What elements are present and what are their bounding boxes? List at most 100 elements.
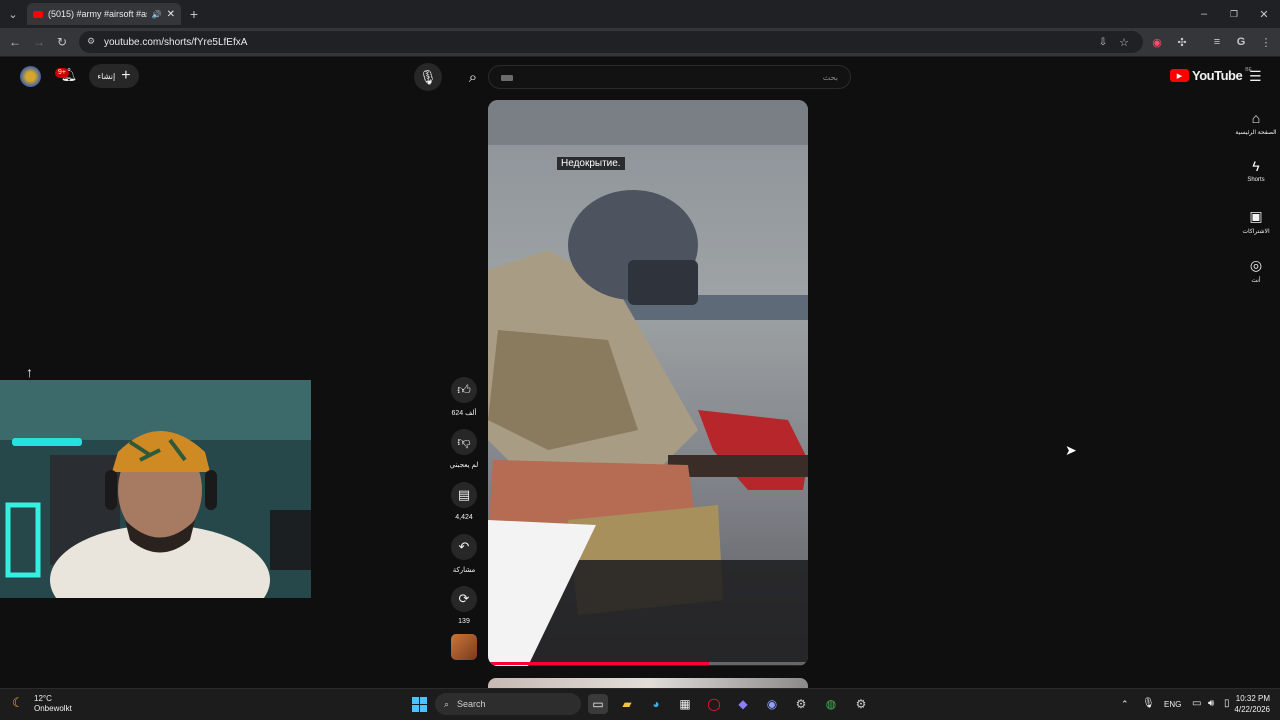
home-icon: ⌂ xyxy=(1251,110,1261,126)
nav-item-home[interactable]: ⌂ الصفحة الرئيسية xyxy=(1231,110,1280,136)
nav-item-label: Shorts xyxy=(1247,177,1265,183)
browser-tab-active[interactable]: (5015) #army #airsoft #asm 🔊 ✕ xyxy=(27,3,181,25)
share-icon[interactable]: ↶ xyxy=(451,534,477,560)
install-app-icon[interactable]: ⇩ xyxy=(1096,35,1110,49)
language-indicator[interactable]: ENG xyxy=(1164,700,1181,709)
minimize-window-icon[interactable]: – xyxy=(1197,7,1211,21)
youtube-play-logo-icon: ▶ xyxy=(1170,69,1189,82)
app-launcher-icon[interactable]: ◆ xyxy=(733,694,753,714)
video-caption: Недокрытие. xyxy=(557,157,625,170)
subscriptions-icon: ▣ xyxy=(1249,208,1263,224)
browser-tab-strip: ⌄ (5015) #army #airsoft #asm 🔊 ✕ + – ❐ ✕ xyxy=(0,0,1280,28)
windows-start-icon[interactable] xyxy=(409,694,429,714)
tab-title: (5015) #army #airsoft #asm xyxy=(48,9,147,19)
microsoft-store-icon[interactable]: ▦ xyxy=(675,694,695,714)
notification-badge: 9+ xyxy=(55,68,69,78)
extensions-puzzle-icon[interactable]: ✣ xyxy=(1175,35,1189,49)
restore-window-icon[interactable]: ❐ xyxy=(1227,7,1241,21)
video-progress-track[interactable] xyxy=(488,662,808,665)
nav-item-label: الاشتراكات xyxy=(1242,229,1270,235)
shorts-icon: ϟ xyxy=(1252,158,1260,174)
remix-icon[interactable]: ⟳ xyxy=(451,586,477,612)
share-label: مشاركة xyxy=(452,567,476,574)
network-icon[interactable]: ▭ xyxy=(1192,698,1201,709)
search-input[interactable]: بحث xyxy=(488,65,851,89)
taskbar-search-label: Search xyxy=(457,699,486,709)
audio-thumbnail[interactable] xyxy=(451,634,477,660)
site-info-icon[interactable]: ⚙ xyxy=(87,36,95,47)
opera-browser-icon[interactable]: ◯ xyxy=(704,694,724,714)
search-placeholder: بحث xyxy=(822,72,838,82)
taskbar-search-box[interactable]: ⌕ Search xyxy=(435,693,581,715)
nav-item-shorts[interactable]: ϟ Shorts xyxy=(1231,158,1280,183)
file-explorer-icon[interactable]: ▰ xyxy=(617,694,637,714)
video-frame xyxy=(488,100,808,666)
tab-close-icon[interactable]: ✕ xyxy=(167,9,175,20)
arrow-up-icon[interactable]: ↑ xyxy=(26,364,33,380)
create-label: إنشاء xyxy=(97,71,116,81)
steam-icon[interactable]: ⚙ xyxy=(791,694,811,714)
plus-icon: + xyxy=(121,67,131,84)
close-window-icon[interactable]: ✕ xyxy=(1257,7,1271,21)
you-icon: ◎ xyxy=(1249,257,1263,273)
nav-item-label: أنت xyxy=(1251,278,1261,284)
nav-item-you[interactable]: ◎ أنت xyxy=(1231,257,1280,284)
keyboard-icon[interactable] xyxy=(501,75,513,81)
webcam-frame xyxy=(0,380,311,598)
microphone-tray-icon[interactable]: 🎙︎ xyxy=(1142,698,1155,709)
remix-action[interactable]: ⟳ 139 xyxy=(444,586,484,625)
youtube-logo-text: YouTube xyxy=(1192,68,1243,83)
channel-avatar[interactable] xyxy=(20,66,41,87)
new-tab-icon[interactable]: + xyxy=(187,6,201,22)
video-progress-fill xyxy=(488,662,709,665)
mouse-cursor-icon: ➤ xyxy=(1065,442,1077,458)
weather-moon-icon[interactable]: ☾ xyxy=(12,695,24,711)
dislike-label: لم يعجبني xyxy=(449,462,479,469)
back-icon[interactable]: ← xyxy=(8,35,22,49)
edge-browser-icon[interactable]: ◕ xyxy=(646,694,666,714)
voice-search-mic-icon[interactable]: 🎙︎ xyxy=(414,63,442,91)
reload-icon[interactable]: ↻ xyxy=(55,35,69,49)
comments-action[interactable]: ▤ 4,424 xyxy=(444,482,484,521)
short-video-player[interactable] xyxy=(488,100,808,666)
clock[interactable]: 10:32 PM 4/22/2026 xyxy=(1226,693,1270,715)
share-action[interactable]: ↶ مشاركة xyxy=(444,534,484,574)
volume-icon[interactable]: 🔊︎ xyxy=(1208,698,1214,709)
like-count: 624 ألف xyxy=(451,410,477,417)
windows-taskbar xyxy=(0,688,1280,720)
show-hidden-icons-chevron-icon[interactable]: ⌃ xyxy=(1121,699,1129,710)
dislike-action[interactable]: 👎︎ لم يعجبني xyxy=(444,429,484,469)
task-view-icon[interactable]: ▭ xyxy=(588,694,608,714)
comment-icon[interactable]: ▤ xyxy=(451,482,477,508)
like-action[interactable]: 👍︎ 624 ألف xyxy=(444,377,484,417)
bookmark-star-icon[interactable]: ☆ xyxy=(1117,35,1131,49)
tab-audio-icon[interactable]: 🔊 xyxy=(152,10,162,19)
browser-menu-icon[interactable]: ⋮ xyxy=(1259,35,1273,49)
comment-count: 4,424 xyxy=(455,514,473,521)
clock-date: 4/22/2026 xyxy=(1234,705,1270,714)
clock-time: 10:32 PM xyxy=(1235,694,1270,703)
like-icon[interactable]: 👍︎ xyxy=(451,377,477,403)
hamburger-menu-icon[interactable]: ☰ xyxy=(1249,68,1262,85)
profile-icon[interactable]: G xyxy=(1234,35,1248,49)
address-bar[interactable]: ⚙ youtube.com/shorts/fYre5LfEfxA xyxy=(79,31,1143,53)
weather-widget[interactable]: 12°C Onbewolkt xyxy=(34,694,72,714)
chrome-browser-icon[interactable]: ◍ xyxy=(821,694,841,714)
nav-item-label: الصفحة الرئيسية xyxy=(1235,130,1277,136)
search-icon: ⌕ xyxy=(444,698,450,709)
dislike-icon[interactable]: 👎︎ xyxy=(451,429,477,455)
extension-record-icon[interactable]: ◉ xyxy=(1150,35,1164,49)
webcam-overlay xyxy=(0,380,311,598)
discord-icon[interactable]: ◉ xyxy=(762,694,782,714)
youtube-logo[interactable]: ▶ YouTube BE xyxy=(1170,67,1252,83)
create-button[interactable]: إنشاء + xyxy=(89,64,139,88)
weather-temp: 12°C xyxy=(34,694,52,703)
youtube-favicon-icon xyxy=(33,10,43,18)
media-controls-icon[interactable]: ≡ xyxy=(1210,35,1224,49)
search-icon[interactable]: ⌕ xyxy=(461,65,485,89)
settings-gear-icon[interactable]: ⚙ xyxy=(851,694,871,714)
nav-item-subscriptions[interactable]: ▣ الاشتراكات xyxy=(1231,208,1280,235)
forward-icon[interactable]: → xyxy=(32,35,46,49)
remix-count: 139 xyxy=(458,618,470,625)
tab-search-chevron-icon[interactable]: ⌄ xyxy=(6,7,20,21)
